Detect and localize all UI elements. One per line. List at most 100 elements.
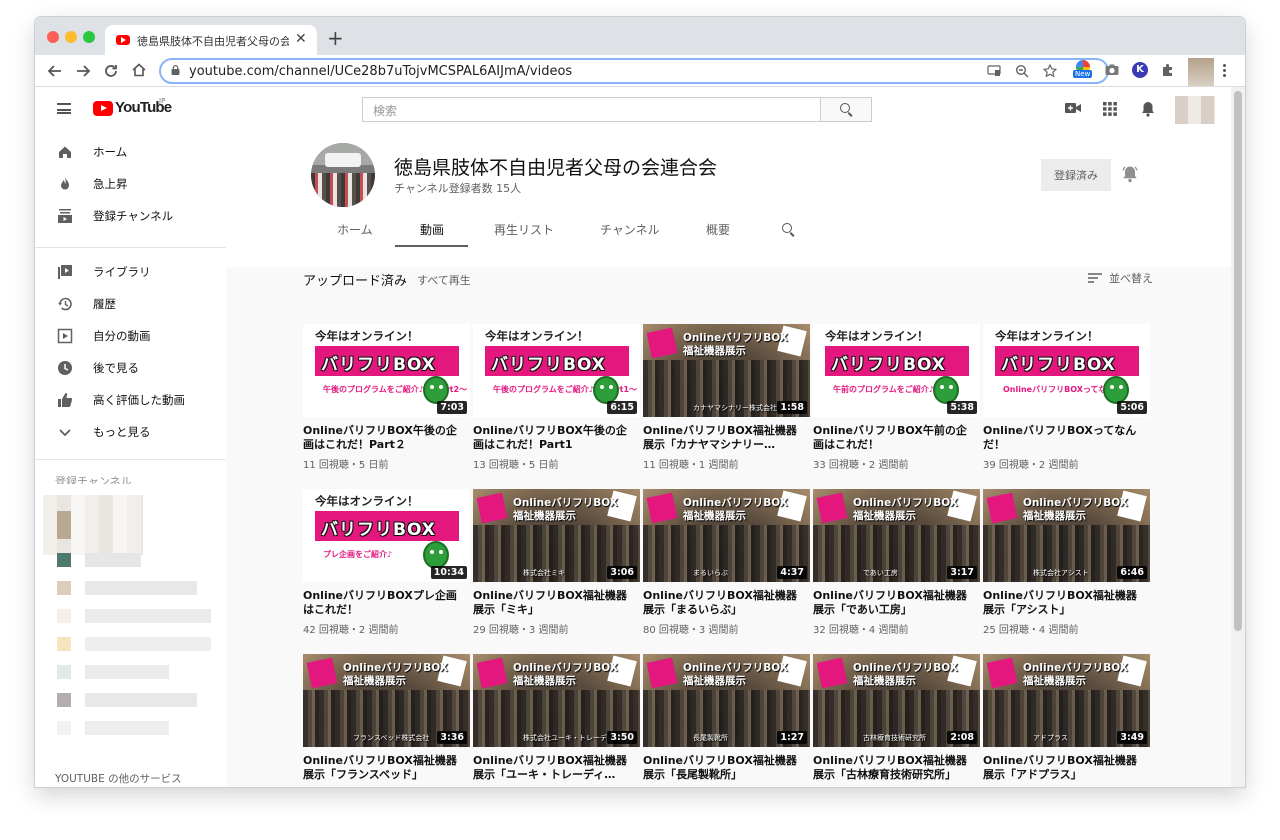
subscription-name-blurred[interactable] xyxy=(85,721,169,735)
minimize-window-button[interactable] xyxy=(65,31,77,43)
video-title[interactable]: OnlineバリフリBOX午前の企画はこれだ！ xyxy=(813,424,973,451)
notifications-bell-icon[interactable] xyxy=(1141,101,1155,117)
reload-icon[interactable] xyxy=(103,63,119,79)
tab-close-icon[interactable]: ✕ xyxy=(295,31,307,47)
maximize-window-button[interactable] xyxy=(83,31,95,43)
sidebar-item-library[interactable]: ライブラリ xyxy=(35,256,226,288)
back-icon[interactable] xyxy=(47,63,63,79)
scrollbar-thumb[interactable] xyxy=(1234,91,1242,631)
video-thumbnail[interactable]: OnlineバリフリBOX 福祉機器展示 カナヤマシナリー株式会社 1:58 xyxy=(643,324,810,417)
forward-icon[interactable] xyxy=(75,63,91,79)
address-bar[interactable]: youtube.com/channel/UCe28b7uTojvMCSPAL6A… xyxy=(159,58,1109,84)
guide-menu-icon[interactable] xyxy=(57,103,71,114)
channel-search-icon[interactable] xyxy=(782,223,792,233)
profile-avatar[interactable] xyxy=(1188,58,1214,86)
tab-home[interactable]: ホーム xyxy=(337,221,373,238)
video-card[interactable]: 今年はオンライン！ バリフリBOX 午後のプログラムをご紹介♪ 〜Part1〜 6:1… xyxy=(473,324,641,484)
video-card[interactable]: OnlineバリフリBOX 福祉機器展示 株式会社ミキ 3:06 OnlineバリフリB… xyxy=(473,489,641,649)
tab-videos[interactable]: 動画 xyxy=(420,221,444,238)
browser-tab[interactable]: 徳島県肢体不自由児者父母の会連合会 ✕ xyxy=(105,25,317,55)
video-thumbnail[interactable]: OnlineバリフリBOX 福祉機器展示 株式会社アシスト 6:46 xyxy=(983,489,1150,582)
camera-icon[interactable] xyxy=(1104,62,1120,78)
video-title[interactable]: OnlineバリフリBOX午後の企画はこれだ！Part1 xyxy=(473,424,633,451)
video-thumbnail[interactable]: 今年はオンライン！ バリフリBOX プレ企画をご紹介♪ 10:34 xyxy=(303,489,470,582)
video-card[interactable]: OnlineバリフリBOX 福祉機器展示 アドプラス 3:49 OnlineバリフリBO… xyxy=(983,654,1151,787)
tab-playlists[interactable]: 再生リスト xyxy=(494,221,554,238)
zoom-icon[interactable] xyxy=(1015,64,1029,78)
video-thumbnail[interactable]: OnlineバリフリBOX 福祉機器展示 長尾製靴所 1:27 xyxy=(643,654,810,747)
tab-channels[interactable]: チャンネル xyxy=(600,221,660,238)
video-title[interactable]: OnlineバリフリBOXってなんだ！ xyxy=(983,424,1143,451)
video-card[interactable]: OnlineバリフリBOX 福祉機器展示 株式会社ユーキ・トレーディング 3:50 On… xyxy=(473,654,641,787)
video-title[interactable]: OnlineバリフリBOX福祉機器展示「ユーキ・トレーディ… xyxy=(473,754,633,781)
new-tab-button[interactable]: + xyxy=(327,26,344,50)
video-title[interactable]: OnlineバリフリBOX福祉機器展示「古林療育技術研究所」 xyxy=(813,754,973,781)
video-title[interactable]: OnlineバリフリBOX福祉機器展示「カナヤマシナリー… xyxy=(643,424,803,451)
subscription-name-blurred[interactable] xyxy=(85,665,169,679)
video-thumbnail[interactable]: 今年はオンライン！ バリフリBOX 午前のプログラムをご紹介♪ 5:38 xyxy=(813,324,980,417)
cast-icon[interactable] xyxy=(987,65,1001,77)
video-title[interactable]: OnlineバリフリBOX福祉機器展示「フランスベッド」 xyxy=(303,754,463,781)
video-title[interactable]: OnlineバリフリBOX福祉機器展示「長尾製靴所」 xyxy=(643,754,803,781)
sidebar-item-subscriptions[interactable]: 登録チャンネル xyxy=(35,200,226,232)
video-title[interactable]: OnlineバリフリBOX福祉機器展示「アシスト」 xyxy=(983,589,1143,616)
video-card[interactable]: OnlineバリフリBOX 福祉機器展示 長尾製靴所 1:27 OnlineバリフリBO… xyxy=(643,654,811,787)
video-title[interactable]: OnlineバリフリBOX福祉機器展示「ミキ」 xyxy=(473,589,633,616)
k-extension-icon[interactable]: K xyxy=(1132,62,1148,78)
video-card[interactable]: OnlineバリフリBOX 福祉機器展示 であい工房 3:17 OnlineバリフリBO… xyxy=(813,489,981,649)
home-icon[interactable] xyxy=(131,62,147,78)
page-scrollbar[interactable] xyxy=(1231,87,1245,787)
video-thumbnail[interactable]: 今年はオンライン！ バリフリBOX OnlineバリフリBOXってなんだ？ 5:06 xyxy=(983,324,1150,417)
video-card[interactable]: 今年はオンライン！ バリフリBOX 午前のプログラムをご紹介♪ 5:38 Onlineバ… xyxy=(813,324,981,484)
video-card[interactable]: OnlineバリフリBOX 福祉機器展示 古林療育技術研究所 2:08 Onlineバリ… xyxy=(813,654,981,787)
video-thumbnail[interactable]: OnlineバリフリBOX 福祉機器展示 であい工房 3:17 xyxy=(813,489,980,582)
subscription-name-blurred[interactable] xyxy=(85,581,197,595)
menu-kebab-icon[interactable] xyxy=(1223,64,1226,78)
subscription-name-blurred[interactable] xyxy=(85,609,211,623)
video-card[interactable]: 今年はオンライン！ バリフリBOX プレ企画をご紹介♪ 10:34 Onlineバリフリ… xyxy=(303,489,471,649)
video-thumbnail[interactable]: 今年はオンライン！ バリフリBOX 午後のプログラムをご紹介♪ 〜Part1〜 6:1… xyxy=(473,324,640,417)
youtube-logo-icon[interactable] xyxy=(93,101,113,116)
video-thumbnail[interactable]: OnlineバリフリBOX 福祉機器展示 アドプラス 3:49 xyxy=(983,654,1150,747)
play-all-link[interactable]: すべて再生 xyxy=(417,272,471,288)
bookmark-star-icon[interactable] xyxy=(1043,64,1057,78)
extension-new-icon[interactable]: New xyxy=(1073,60,1093,78)
create-video-icon[interactable] xyxy=(1064,101,1082,115)
video-thumbnail[interactable]: OnlineバリフリBOX 福祉機器展示 フランスベッド株式会社 3:36 xyxy=(303,654,470,747)
video-card[interactable]: OnlineバリフリBOX 福祉機器展示 株式会社アシスト 6:46 Onlineバリフ… xyxy=(983,489,1151,649)
video-card[interactable]: OnlineバリフリBOX 福祉機器展示 まるいらぶ 4:37 OnlineバリフリBO… xyxy=(643,489,811,649)
sidebar-item-show-more[interactable]: もっと見る xyxy=(35,416,226,448)
channel-avatar[interactable] xyxy=(311,143,375,207)
subscribed-button[interactable]: 登録済み xyxy=(1041,159,1111,191)
video-title[interactable]: OnlineバリフリBOX福祉機器展示「まるいらぶ」 xyxy=(643,589,803,616)
video-card[interactable]: 今年はオンライン！ バリフリBOX 午後のプログラムをご紹介♪ 〜Part2〜 7:0… xyxy=(303,324,471,484)
sidebar-item-watch-later[interactable]: 後で見る xyxy=(35,352,226,384)
video-title[interactable]: OnlineバリフリBOX午後の企画はこれだ！Part２ xyxy=(303,424,463,451)
video-card[interactable]: 今年はオンライン！ バリフリBOX OnlineバリフリBOXってなんだ？ 5:06 O… xyxy=(983,324,1151,484)
video-thumbnail[interactable]: OnlineバリフリBOX 福祉機器展示 まるいらぶ 4:37 xyxy=(643,489,810,582)
video-card[interactable]: OnlineバリフリBOX 福祉機器展示 カナヤマシナリー株式会社 1:58 Onlin… xyxy=(643,324,811,484)
video-title[interactable]: OnlineバリフリBOXプレ企画はこれだ！ xyxy=(303,589,463,616)
apps-grid-icon[interactable] xyxy=(1103,102,1117,116)
close-window-button[interactable] xyxy=(47,31,59,43)
video-title[interactable]: OnlineバリフリBOX福祉機器展示「であい工房」 xyxy=(813,589,973,616)
sidebar-item-liked-videos[interactable]: 高く評価した動画 xyxy=(35,384,226,416)
video-title[interactable]: OnlineバリフリBOX福祉機器展示「アドプラス」 xyxy=(983,754,1143,781)
video-card[interactable]: OnlineバリフリBOX 福祉機器展示 フランスベッド株式会社 3:36 Online… xyxy=(303,654,471,787)
account-avatar[interactable] xyxy=(1175,96,1215,124)
subscription-name-blurred[interactable] xyxy=(85,553,141,567)
video-thumbnail[interactable]: OnlineバリフリBOX 福祉機器展示 株式会社ミキ 3:06 xyxy=(473,489,640,582)
puzzle-extensions-icon[interactable] xyxy=(1160,62,1176,78)
video-thumbnail[interactable]: OnlineバリフリBOX 福祉機器展示 株式会社ユーキ・トレーディング 3:50 xyxy=(473,654,640,747)
sidebar-item-home[interactable]: ホーム xyxy=(35,136,226,168)
subscription-name-blurred[interactable] xyxy=(85,693,197,707)
notification-bell-icon[interactable] xyxy=(1122,165,1138,183)
tab-about[interactable]: 概要 xyxy=(706,221,730,238)
search-input[interactable]: 検索 xyxy=(362,97,822,122)
subscription-name-blurred[interactable] xyxy=(85,637,211,651)
search-button[interactable] xyxy=(820,97,872,122)
video-thumbnail[interactable]: 今年はオンライン！ バリフリBOX 午後のプログラムをご紹介♪ 〜Part2〜 7:0… xyxy=(303,324,470,417)
video-thumbnail[interactable]: OnlineバリフリBOX 福祉機器展示 古林療育技術研究所 2:08 xyxy=(813,654,980,747)
sidebar-item-history[interactable]: 履歴 xyxy=(35,288,226,320)
sidebar-item-your-videos[interactable]: 自分の動画 xyxy=(35,320,226,352)
